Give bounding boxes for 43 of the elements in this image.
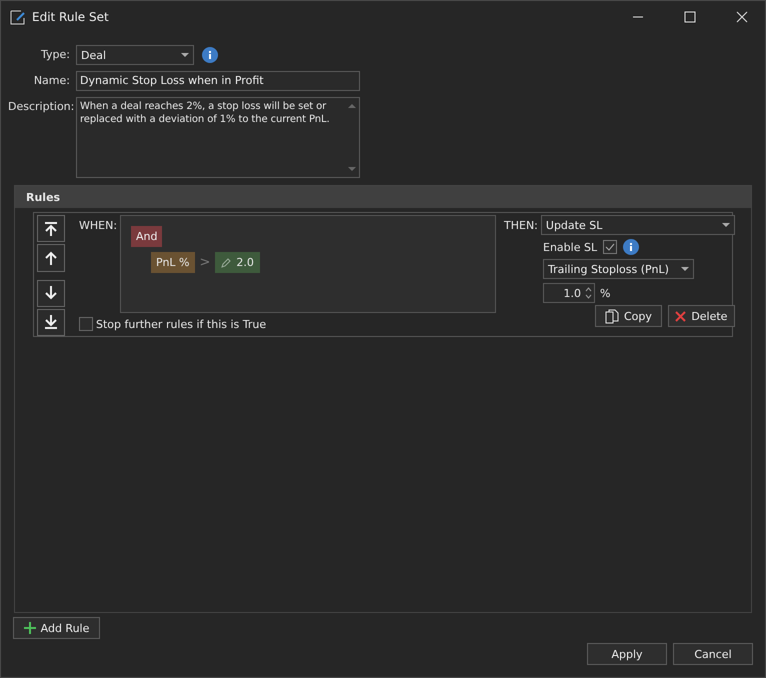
pencil-icon (221, 258, 232, 268)
enable-sl-checkbox[interactable] (603, 240, 618, 254)
value-tag[interactable]: 2.0 (215, 252, 260, 273)
type-dropdown[interactable]: Deal (76, 45, 194, 65)
dialog-button[interactable]: Apply (587, 643, 667, 665)
add-rule-button[interactable]: Add Rule (13, 617, 100, 639)
dialog-button[interactable]: Cancel (673, 643, 753, 665)
plus-icon (24, 622, 36, 634)
comparator: > (200, 255, 210, 270)
unit-label: % (600, 286, 610, 300)
enable-sl-label: Enable SL (543, 240, 598, 254)
name-label: Name: (32, 73, 70, 89)
description-field[interactable]: When a deal reaches 2%, a stop loss will be set or replaced with a deviation of 1% to the current PnL. (76, 97, 360, 178)
then-label: THEN: (504, 218, 538, 232)
deviation-spinner[interactable]: 1.0 (543, 283, 595, 303)
copy-icon (604, 308, 619, 324)
move-bottom-button[interactable] (37, 308, 65, 336)
type-label: Type: (40, 47, 70, 63)
window-title: Edit Rule Set (32, 10, 110, 24)
copy-button[interactable]: Copy (594, 305, 662, 327)
move-down-button[interactable] (37, 280, 65, 307)
maximize-icon (684, 11, 696, 23)
method-dropdown[interactable]: Trailing Stoploss (PnL) (543, 259, 694, 279)
when-label: WHEN: (79, 218, 114, 234)
info-icon (623, 239, 640, 255)
operator-tag[interactable]: And (131, 226, 162, 247)
edit-icon (10, 9, 26, 25)
delete-button[interactable]: Delete (668, 305, 735, 327)
panel-title: Rules (15, 186, 751, 208)
arrow-to-top-icon (43, 220, 59, 237)
arrow-to-bottom-icon (43, 314, 59, 330)
stop-checkbox[interactable] (79, 317, 93, 331)
close-icon (736, 11, 748, 23)
info-icon (202, 47, 218, 63)
arrow-down-icon (43, 285, 59, 302)
action-dropdown[interactable]: Update SL (540, 215, 735, 235)
name-field[interactable]: Dynamic Stop Loss when in Profit (76, 71, 360, 91)
move-up-button[interactable] (37, 244, 65, 272)
stop-label: Stop further rules if this is True (96, 318, 266, 330)
field-tag[interactable]: PnL % (151, 252, 194, 273)
arrow-up-icon (43, 250, 59, 266)
close-icon (675, 310, 686, 322)
move-top-button[interactable] (37, 215, 65, 242)
